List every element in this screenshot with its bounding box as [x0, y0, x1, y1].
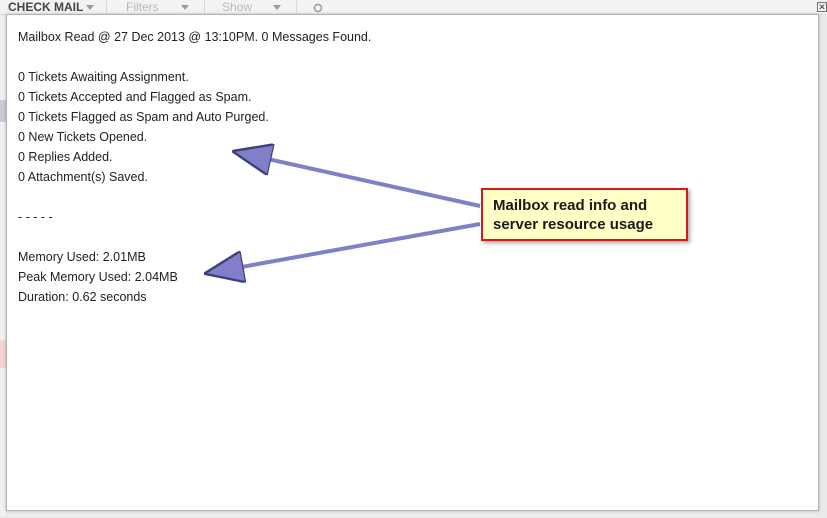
log-blank-line: [18, 187, 371, 207]
log-line-memory-used: Memory Used: 2.01MB: [18, 250, 146, 264]
log-line-duration: Duration: 0.62 seconds: [18, 290, 147, 304]
close-button[interactable]: ✕: [817, 2, 827, 12]
mailbox-read-log: Mailbox Read @ 27 Dec 2013 @ 13:10PM. 0 …: [18, 27, 371, 307]
log-blank-line: [18, 47, 371, 67]
log-separator: - - - - -: [18, 210, 53, 224]
log-summary-line: Mailbox Read @ 27 Dec 2013 @ 13:10PM. 0 …: [18, 30, 372, 44]
log-line-auto-purged: 0 Tickets Flagged as Spam and Auto Purge…: [18, 110, 269, 124]
filters-menu[interactable]: Filters: [126, 0, 159, 14]
toolbar-divider: [296, 0, 297, 14]
check-mail-caret-icon[interactable]: [86, 5, 94, 10]
log-line-peak-memory: Peak Memory Used: 2.04MB: [18, 270, 178, 284]
filters-caret-icon[interactable]: [181, 5, 189, 10]
log-line-replies: 0 Replies Added.: [18, 150, 113, 164]
search-icon[interactable]: [313, 3, 325, 14]
log-line-new-tickets: 0 New Tickets Opened.: [18, 130, 148, 144]
show-caret-icon[interactable]: [273, 5, 281, 10]
toolbar-divider: [204, 0, 205, 14]
close-icon: ✕: [818, 2, 826, 12]
background-toolbar: CHECK MAIL Filters Show: [0, 0, 827, 15]
log-line-awaiting-assignment: 0 Tickets Awaiting Assignment.: [18, 70, 189, 84]
log-line-attachments: 0 Attachment(s) Saved.: [18, 170, 148, 184]
log-line-flagged-spam: 0 Tickets Accepted and Flagged as Spam.: [18, 90, 252, 104]
log-blank-line: [18, 227, 371, 247]
check-mail-menu[interactable]: CHECK MAIL: [8, 0, 83, 14]
annotation-callout: Mailbox read info and server resource us…: [481, 188, 688, 241]
toolbar-divider: [106, 0, 107, 14]
callout-text-line-1: Mailbox read info and: [493, 197, 648, 214]
show-menu[interactable]: Show: [222, 0, 252, 14]
callout-text-line-2: server resource usage: [493, 216, 654, 233]
